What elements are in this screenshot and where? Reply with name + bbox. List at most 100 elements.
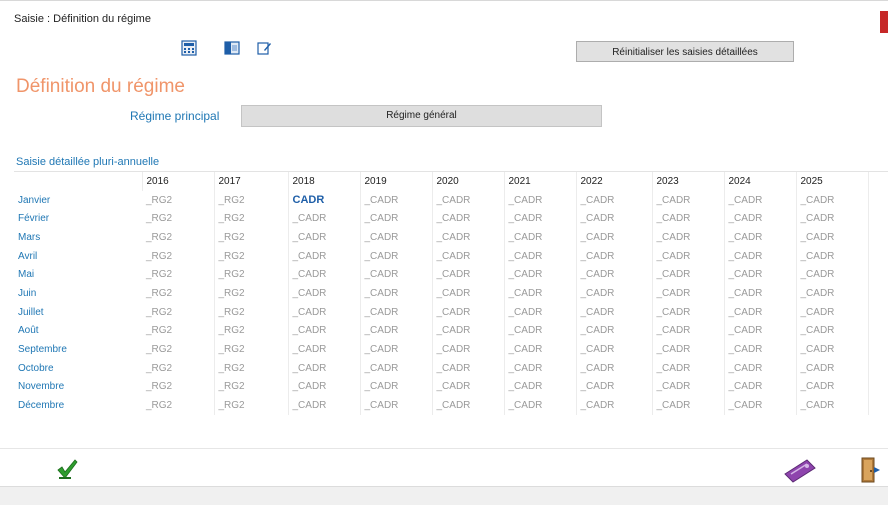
regime-cell[interactable]: _RG2 <box>142 302 215 322</box>
regime-cell[interactable]: _RG2 <box>142 209 215 229</box>
regime-cell[interactable]: _CADR <box>504 209 577 229</box>
regime-cell[interactable]: _CADR <box>360 209 433 229</box>
regime-cell[interactable]: _CADR <box>576 246 653 266</box>
regime-cell[interactable]: _RG2 <box>142 377 215 397</box>
regime-cell[interactable]: _RG2 <box>142 340 215 359</box>
regime-cell[interactable]: _CADR <box>796 377 869 397</box>
regime-cell[interactable]: _CADR <box>432 377 505 397</box>
regime-cell[interactable]: _CADR <box>288 358 361 378</box>
regime-cell[interactable]: _CADR <box>432 209 505 229</box>
checkmark-icon[interactable] <box>56 458 78 480</box>
regime-cell[interactable]: _CADR <box>796 358 869 378</box>
regime-cell[interactable]: _CADR <box>652 265 725 285</box>
window-icon[interactable] <box>224 40 240 56</box>
regime-cell[interactable]: _RG2 <box>142 228 215 247</box>
regime-cell[interactable]: _CADR <box>288 321 361 341</box>
regime-cell[interactable]: _CADR <box>360 302 433 322</box>
regime-cell[interactable]: _CADR <box>360 321 433 341</box>
regime-cell[interactable]: _CADR <box>504 284 577 303</box>
regime-cell[interactable]: _CADR <box>652 321 725 341</box>
regime-cell[interactable]: _CADR <box>504 302 577 322</box>
ticket-icon[interactable] <box>783 456 817 484</box>
regime-cell[interactable]: _CADR <box>796 246 869 266</box>
regime-cell[interactable]: _CADR <box>288 377 361 397</box>
regime-cell[interactable]: _CADR <box>576 358 653 378</box>
regime-cell[interactable]: _CADR <box>432 396 505 415</box>
regime-cell[interactable]: _RG2 <box>214 209 289 229</box>
regime-cell[interactable]: _CADR <box>360 246 433 266</box>
regime-cell[interactable]: _CADR <box>360 265 433 285</box>
regime-principal-field[interactable]: Régime général <box>241 105 602 127</box>
regime-cell[interactable]: _CADR <box>724 209 797 229</box>
regime-cell[interactable]: _RG2 <box>214 321 289 341</box>
regime-cell[interactable]: _CADR <box>576 302 653 322</box>
regime-cell[interactable]: _CADR <box>576 340 653 359</box>
regime-cell[interactable]: _CADR <box>724 302 797 322</box>
regime-cell[interactable]: _RG2 <box>214 265 289 285</box>
regime-cell[interactable]: _RG2 <box>142 190 215 210</box>
regime-cell[interactable]: _CADR <box>360 396 433 415</box>
regime-cell[interactable]: _CADR <box>652 228 725 247</box>
regime-cell[interactable]: _CADR <box>796 190 869 210</box>
regime-cell[interactable]: _RG2 <box>214 190 289 210</box>
regime-cell[interactable]: _CADR <box>796 396 869 415</box>
regime-cell[interactable]: _RG2 <box>214 284 289 303</box>
regime-cell[interactable]: _CADR <box>360 190 433 210</box>
regime-cell[interactable]: _CADR <box>652 209 725 229</box>
regime-cell[interactable]: _CADR <box>724 190 797 210</box>
regime-cell[interactable]: _CADR <box>652 284 725 303</box>
regime-cell[interactable]: _CADR <box>432 246 505 266</box>
regime-cell[interactable]: _CADR <box>432 190 505 210</box>
regime-cell[interactable]: _CADR <box>360 284 433 303</box>
regime-cell[interactable]: _RG2 <box>142 246 215 266</box>
regime-cell[interactable]: _CADR <box>576 265 653 285</box>
regime-cell[interactable]: _CADR <box>432 358 505 378</box>
regime-cell[interactable]: _CADR <box>724 396 797 415</box>
regime-cell[interactable]: _CADR <box>432 265 505 285</box>
regime-cell[interactable]: _CADR <box>432 228 505 247</box>
regime-cell[interactable]: _CADR <box>796 209 869 229</box>
regime-cell[interactable]: _RG2 <box>142 396 215 415</box>
regime-cell[interactable]: CADR <box>288 190 361 210</box>
close-button[interactable] <box>880 11 888 33</box>
regime-cell[interactable]: _CADR <box>504 228 577 247</box>
regime-cell[interactable]: _RG2 <box>142 284 215 303</box>
regime-cell[interactable]: _CADR <box>432 321 505 341</box>
regime-cell[interactable]: _CADR <box>360 377 433 397</box>
regime-cell[interactable]: _CADR <box>504 396 577 415</box>
regime-cell[interactable]: _CADR <box>432 302 505 322</box>
regime-cell[interactable]: _CADR <box>652 246 725 266</box>
regime-cell[interactable]: _RG2 <box>214 396 289 415</box>
regime-cell[interactable]: _CADR <box>724 358 797 378</box>
regime-cell[interactable]: _CADR <box>504 190 577 210</box>
regime-cell[interactable]: _CADR <box>724 377 797 397</box>
regime-cell[interactable]: _RG2 <box>214 302 289 322</box>
regime-cell[interactable]: _CADR <box>576 209 653 229</box>
regime-cell[interactable]: _CADR <box>796 265 869 285</box>
regime-cell[interactable]: _RG2 <box>214 377 289 397</box>
regime-cell[interactable]: _CADR <box>432 284 505 303</box>
regime-cell[interactable]: _CADR <box>652 190 725 210</box>
regime-cell[interactable]: _CADR <box>288 302 361 322</box>
regime-cell[interactable]: _CADR <box>652 377 725 397</box>
regime-cell[interactable]: _CADR <box>724 340 797 359</box>
regime-cell[interactable]: _CADR <box>796 321 869 341</box>
regime-cell[interactable]: _CADR <box>652 396 725 415</box>
regime-cell[interactable]: _CADR <box>796 284 869 303</box>
regime-cell[interactable]: _RG2 <box>214 340 289 359</box>
regime-cell[interactable]: _RG2 <box>214 228 289 247</box>
regime-cell[interactable]: _CADR <box>724 321 797 341</box>
regime-cell[interactable]: _CADR <box>652 340 725 359</box>
regime-cell[interactable]: _CADR <box>360 340 433 359</box>
regime-cell[interactable]: _CADR <box>576 228 653 247</box>
regime-cell[interactable]: _CADR <box>724 246 797 266</box>
regime-cell[interactable]: _CADR <box>504 358 577 378</box>
regime-cell[interactable]: _RG2 <box>142 321 215 341</box>
regime-cell[interactable]: _CADR <box>360 358 433 378</box>
regime-cell[interactable]: _CADR <box>724 284 797 303</box>
regime-cell[interactable]: _CADR <box>288 246 361 266</box>
regime-cell[interactable]: _CADR <box>796 228 869 247</box>
regime-cell[interactable]: _RG2 <box>142 358 215 378</box>
regime-cell[interactable]: _CADR <box>288 396 361 415</box>
regime-cell[interactable]: _CADR <box>288 228 361 247</box>
